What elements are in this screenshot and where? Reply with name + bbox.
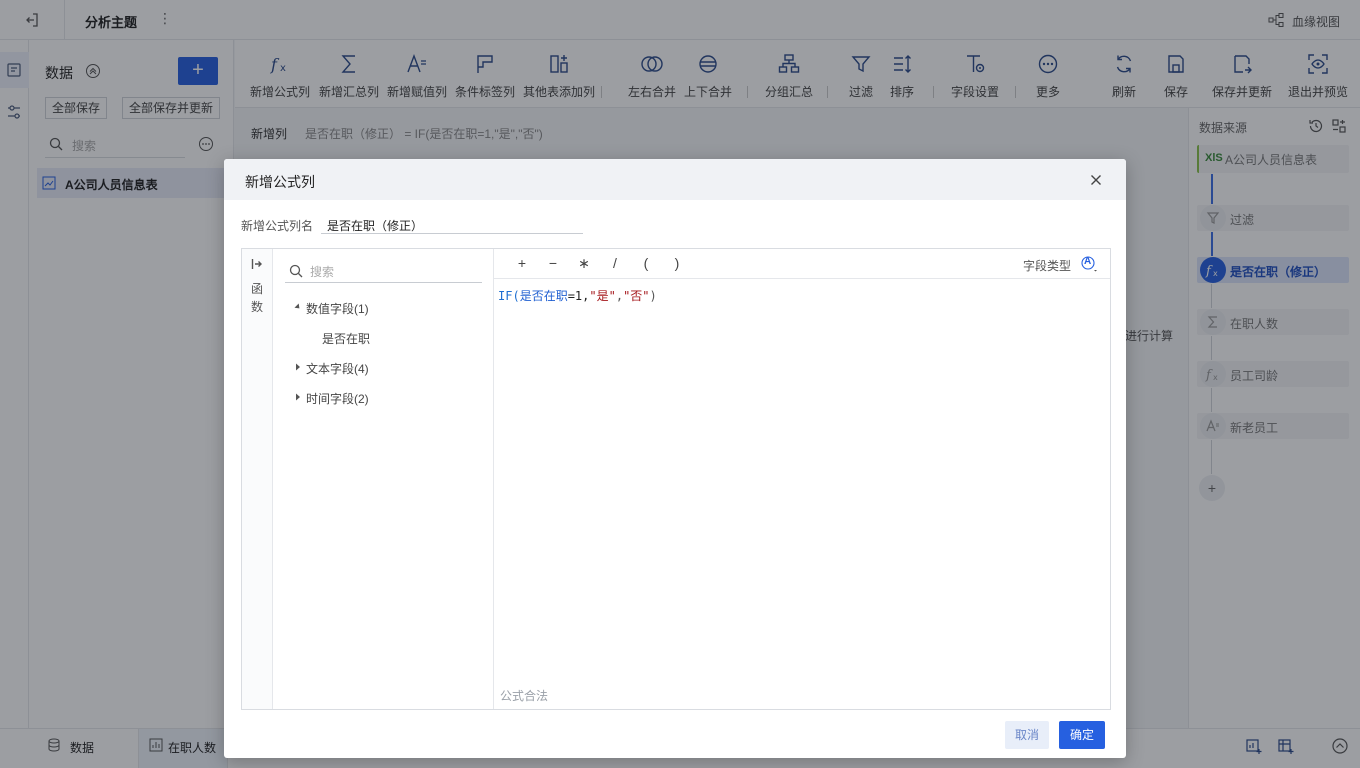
operator-minus-button[interactable]: −: [546, 255, 560, 271]
close-icon[interactable]: [1088, 172, 1104, 188]
tree-node-numeric[interactable]: 数值字段(1): [273, 300, 494, 316]
column-name-input[interactable]: 是否在职（修正）: [327, 217, 423, 234]
confirm-button[interactable]: 确定: [1059, 721, 1105, 749]
operator-rparen-button[interactable]: ): [670, 255, 684, 271]
caret-right-icon: [294, 363, 302, 371]
search-underline: [285, 282, 482, 283]
add-formula-column-dialog: 新增公式列 新增公式列名 是否在职（修正） 函数 搜索 数值字段(1) 是否在职…: [224, 159, 1126, 758]
search-icon: [289, 264, 303, 278]
dialog-title: 新增公式列: [245, 174, 315, 190]
expand-right-icon: [251, 258, 263, 270]
formula-editor: + − ∗ / ( ) 字段类型 A IF(是否在职=1,"是","否") 公式…: [494, 249, 1110, 709]
tree-leaf-field[interactable]: 是否在职: [273, 330, 494, 346]
operator-divide-button[interactable]: /: [608, 255, 622, 271]
tree-node-time[interactable]: 时间字段(2): [273, 390, 494, 406]
tree-node-text[interactable]: 文本字段(4): [273, 360, 494, 376]
function-label: 函数: [250, 282, 263, 314]
type-badge-text: A: [1084, 256, 1092, 267]
cancel-button[interactable]: 取消: [1005, 721, 1049, 749]
field-token: 是否在职: [519, 289, 568, 303]
dialog-header: 新增公式列: [224, 159, 1126, 200]
formula-code-input[interactable]: IF(是否在职=1,"是","否"): [498, 287, 657, 304]
column-name-underline: [321, 233, 583, 234]
formula-validity-status: 公式合法: [500, 689, 549, 703]
operator-multiply-button[interactable]: ∗: [577, 255, 591, 272]
field-type-selector[interactable]: A: [1081, 256, 1097, 272]
formula-editor-panel: 函数 搜索 数值字段(1) 是否在职 文本字段(4) 时间字段(2) + − ∗…: [241, 248, 1111, 710]
operator-bar: + − ∗ / ( ) 字段类型 A: [494, 249, 1110, 279]
operator-lparen-button[interactable]: (: [639, 255, 653, 271]
field-tree: 搜索 数值字段(1) 是否在职 文本字段(4) 时间字段(2): [273, 249, 494, 709]
caret-right-icon: [294, 393, 302, 401]
column-name-label: 新增公式列名: [241, 219, 314, 233]
function-toggle[interactable]: 函数: [242, 249, 273, 709]
field-search-input[interactable]: 搜索: [310, 263, 334, 280]
operator-plus-button[interactable]: +: [515, 255, 529, 271]
caret-down-icon: [294, 303, 302, 311]
field-type-label: 字段类型: [1023, 259, 1072, 273]
